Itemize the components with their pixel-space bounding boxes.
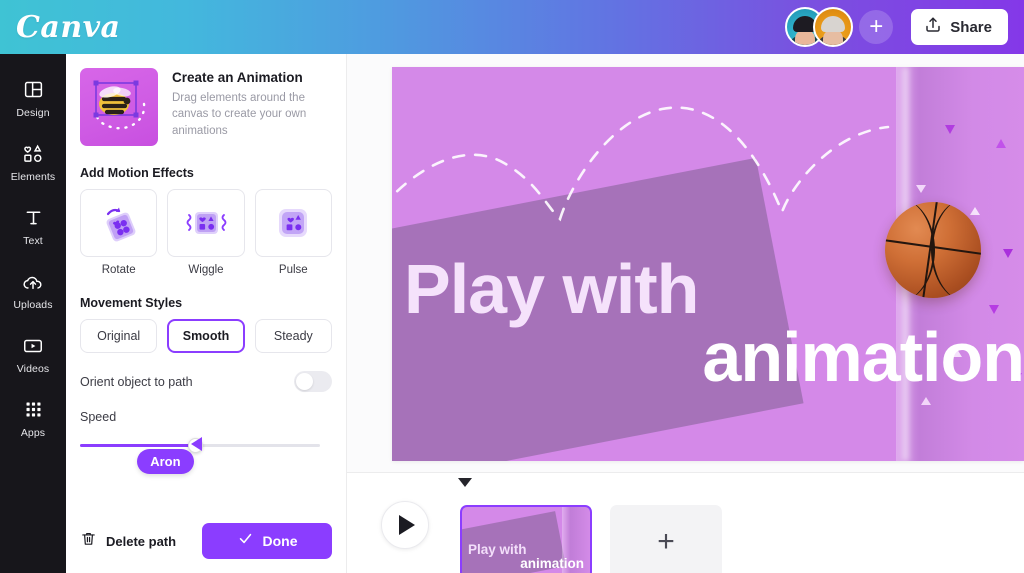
motion-effect-pulse-button[interactable] [254,189,332,257]
trash-icon [80,530,97,552]
sidebar-item-label: Uploads [13,298,53,311]
shapes-icon [22,142,44,166]
add-collaborator-button[interactable]: + [859,10,894,44]
cloud-upload-icon [22,270,44,294]
plus-icon: + [657,525,675,558]
speed-label: Speed [80,410,117,424]
slider-handle[interactable] [188,438,204,453]
design-canvas[interactable]: Play with animation [392,67,1024,461]
motion-effects-labels: Rotate Wiggle Pulse [80,264,332,276]
animation-panel: Create an Animation Drag elements around… [66,54,346,573]
sidebar-item-design[interactable]: Design [0,66,66,130]
motion-effect-rotate-button[interactable] [80,189,158,257]
movement-style-steady-button[interactable]: Steady [254,319,332,353]
collaborator-cursor-label: Aron [137,449,194,474]
slider-fill [80,444,196,447]
speed-slider[interactable]: Aron [80,435,332,474]
headline-line-1: Play with [404,250,699,328]
down-triangle-marker [458,478,472,487]
left-nav-rail: Design Elements Text Uploads Videos Apps [0,54,66,573]
panel-actions: Delete path Done [80,523,332,559]
orient-object-toggle[interactable] [294,371,332,392]
play-icon [399,515,415,535]
canva-logo[interactable]: Canva [16,10,121,45]
done-button[interactable]: Done [202,523,332,559]
sidebar-item-uploads[interactable]: Uploads [0,258,66,322]
toggle-knob [296,373,313,390]
sidebar-item-apps[interactable]: Apps [0,386,66,450]
panel-description: Drag elements around the canvas to creat… [172,92,307,137]
thumb-headline-line-1: Play with [468,542,527,558]
panel-title: Create an Animation [172,70,303,85]
done-button-label: Done [262,533,298,549]
check-icon [237,530,254,552]
delete-path-button[interactable]: Delete path [80,530,176,552]
motion-effect-wiggle-button[interactable] [167,189,245,257]
bee-motion-path-thumbnail[interactable] [80,68,158,146]
orient-object-row: Orient object to path [80,371,332,392]
grid-dots-icon [23,398,44,422]
movement-styles-heading: Movement Styles [80,296,183,310]
delete-path-label: Delete path [106,533,177,549]
sidebar-item-videos[interactable]: Videos [0,322,66,386]
text-t-icon [23,206,44,230]
motion-effect-label: Rotate [101,264,136,276]
movement-style-original-button[interactable]: Original [80,319,158,353]
movement-style-smooth-button[interactable]: Smooth [167,319,245,353]
top-bar: Canva + Share [0,0,1024,54]
panel-header: Create an Animation Drag elements around… [80,68,332,146]
sidebar-item-label: Text [23,234,43,247]
sidebar-item-label: Videos [16,362,50,375]
video-play-icon [22,334,44,358]
sidebar-item-label: Design [16,106,50,119]
play-button[interactable] [381,501,429,549]
share-button[interactable]: Share [911,9,1008,45]
layout-icon [23,78,44,102]
page-thumbnail-1[interactable]: Play with animation [460,505,592,573]
movement-styles-row: Original Smooth Steady [80,319,332,353]
page-timeline: Play with animation + [347,472,1024,573]
panel-header-text: Create an Animation Drag elements around… [172,68,322,146]
motion-effects-heading: Add Motion Effects [80,166,194,180]
share-button-label: Share [950,18,992,36]
thumb-headline-line-2: animation [520,556,584,572]
motion-effect-label: Pulse [278,264,308,276]
sidebar-item-text[interactable]: Text [0,194,66,258]
sidebar-item-elements[interactable]: Elements [0,130,66,194]
headline-line-2: animation [702,317,1024,396]
sidebar-item-label: Apps [20,426,46,439]
design-canvas-wrapper: Play with animation [392,67,1024,461]
top-bar-right-controls: + Share [785,7,1024,47]
motion-effect-label: Wiggle [188,264,224,276]
canva-editor-window: Canva + Share Design Elements Text Uploa… [0,0,1024,573]
add-page-button[interactable]: + [610,505,722,573]
collaborator-avatars [785,7,854,47]
avatar-hair [821,16,846,33]
canvas-headline[interactable]: Play with animation [404,250,1024,396]
motion-effects-row [80,189,332,257]
avatar[interactable] [813,7,854,47]
editor-area: Play with animation Play with animation [347,54,1024,573]
thumb-headline: Play with animation [468,543,584,571]
orient-object-label: Orient object to path [80,374,193,389]
upload-icon [924,16,942,39]
sidebar-item-label: Elements [10,170,56,183]
